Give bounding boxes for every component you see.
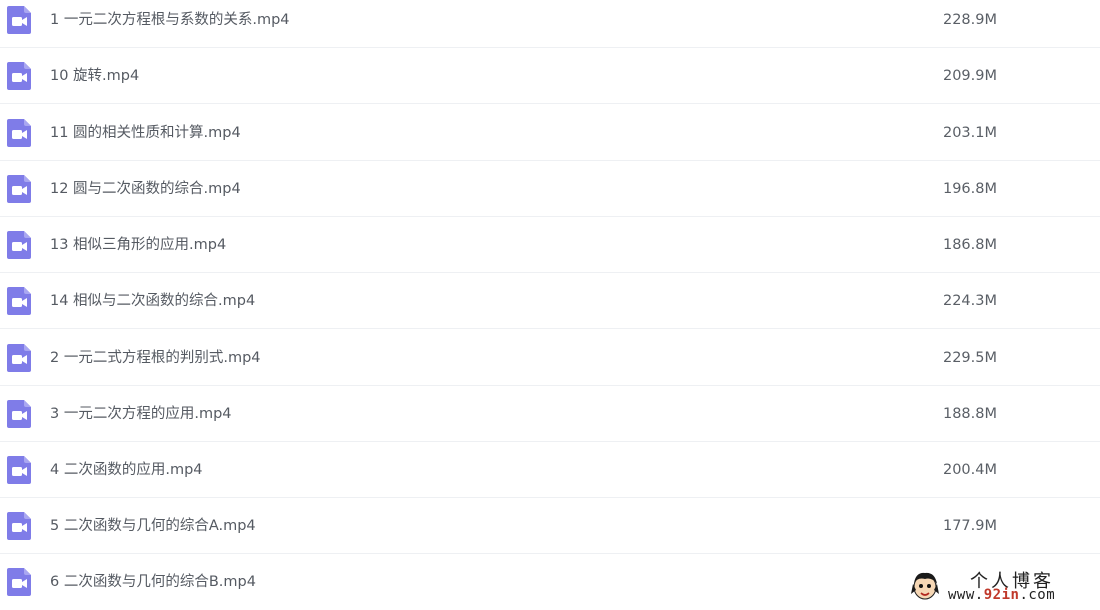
file-size: 196.8M — [942, 181, 997, 197]
file-size: 229.5M — [942, 350, 997, 366]
video-file-icon — [7, 61, 31, 90]
file-row[interactable]: 3 一元二次方程的应用.mp4 188.8M — [0, 386, 1100, 442]
file-row[interactable]: 12 圆与二次函数的综合.mp4 196.8M — [0, 161, 1100, 217]
file-name: 14 相似与二次函数的综合.mp4 — [50, 293, 256, 309]
video-file-icon — [7, 118, 31, 147]
video-file-icon — [7, 5, 31, 34]
video-file-icon — [7, 286, 31, 315]
video-file-icon — [7, 399, 31, 428]
video-file-icon — [7, 343, 31, 372]
file-row[interactable]: 4 二次函数的应用.mp4 200.4M — [0, 442, 1100, 498]
file-name: 4 二次函数的应用.mp4 — [50, 462, 203, 478]
file-row[interactable]: 14 相似与二次函数的综合.mp4 224.3M — [0, 273, 1100, 329]
video-file-icon — [7, 174, 31, 203]
file-size: 200.4M — [942, 462, 997, 478]
watermark-url-suffix: .com — [1019, 587, 1056, 603]
file-name: 1 一元二次方程根与系数的关系.mp4 — [50, 12, 290, 28]
file-size: 228.9M — [942, 12, 997, 28]
watermark-url-prefix: www. — [948, 587, 984, 603]
file-size: 224.3M — [942, 293, 997, 309]
file-name: 3 一元二次方程的应用.mp4 — [50, 406, 232, 422]
file-row[interactable]: 5 二次函数与几何的综合A.mp4 177.9M — [0, 498, 1100, 554]
file-name: 6 二次函数与几何的综合B.mp4 — [50, 574, 256, 590]
file-name: 13 相似三角形的应用.mp4 — [50, 237, 227, 253]
file-row[interactable]: 11 圆的相关性质和计算.mp4 203.1M — [0, 105, 1100, 161]
file-name: 10 旋转.mp4 — [50, 68, 140, 84]
video-file-icon — [7, 511, 31, 540]
cartoon-face-icon — [911, 572, 939, 600]
file-size: 177.9M — [942, 518, 997, 534]
file-row[interactable]: 10 旋转.mp4 209.9M — [0, 48, 1100, 104]
file-name: 2 一元二式方程根的判别式.mp4 — [50, 350, 261, 366]
file-row[interactable]: 13 相似三角形的应用.mp4 186.8M — [0, 217, 1100, 273]
file-name: 12 圆与二次函数的综合.mp4 — [50, 181, 241, 197]
file-size: 186.8M — [942, 237, 997, 253]
file-row[interactable]: 1 一元二次方程根与系数的关系.mp4 228.9M — [0, 0, 1100, 48]
file-name: 11 圆的相关性质和计算.mp4 — [50, 125, 241, 141]
watermark-url-accent: 92in — [983, 587, 1020, 603]
file-size: 203.1M — [942, 125, 997, 141]
watermark: 个人博客 www.92in.com — [902, 566, 1098, 606]
file-name: 5 二次函数与几何的综合A.mp4 — [50, 518, 256, 534]
video-file-icon — [7, 568, 31, 596]
file-row[interactable]: 2 一元二式方程根的判别式.mp4 229.5M — [0, 330, 1100, 386]
file-size: 209.9M — [942, 68, 997, 84]
watermark-url: www.92in.com — [948, 587, 1055, 603]
video-file-icon — [7, 230, 31, 259]
file-size: 188.8M — [942, 406, 997, 422]
video-file-icon — [7, 455, 31, 484]
